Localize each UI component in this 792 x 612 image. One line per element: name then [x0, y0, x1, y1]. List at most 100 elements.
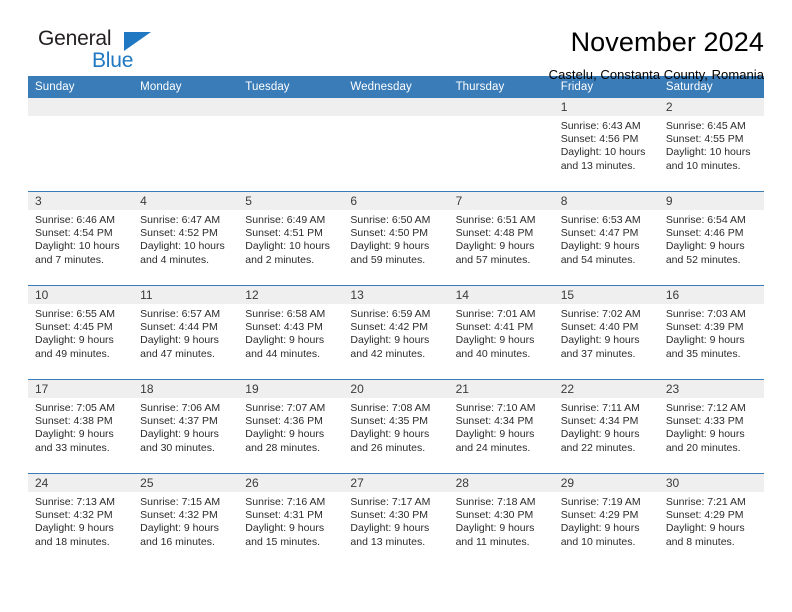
- day-details: Sunrise: 7:16 AM Sunset: 4:31 PM Daylight:…: [238, 492, 343, 549]
- day-details: Sunrise: 6:46 AM Sunset: 4:54 PM Daylight:…: [28, 210, 133, 267]
- day-cell-inner: 26 Sunrise: 7:16 AM Sunset: 4:31 PM Dayligh…: [238, 474, 344, 567]
- general-blue-logo[interactable]: General Blue: [28, 28, 188, 78]
- calendar-week-row: 1 Sunrise: 6:43 AM Sunset: 4:56 PM Daylight…: [28, 98, 764, 192]
- sunrise-text: Sunrise: 7:10 AM: [455, 402, 536, 414]
- calendar-table: Sunday Monday Tuesday Wednesday Thursday Frid…: [28, 76, 764, 567]
- day-cell-inner: [343, 98, 449, 191]
- day-cell-inner: [28, 98, 134, 191]
- sunrise-text: Sunrise: 7:18 AM: [455, 496, 536, 508]
- calendar-day-cell[interactable]: 15 Sunrise: 7:02 AM Sunset: 4:40 PM Dayligh…: [553, 285, 659, 380]
- calendar-body: 1 Sunrise: 6:43 AM Sunset: 4:56 PM Daylight…: [28, 98, 764, 567]
- sunrise-text: Sunrise: 6:51 AM: [455, 214, 536, 226]
- day-cell-inner: 2 Sunrise: 6:45 AM Sunset: 4:55 PM Daylight…: [658, 98, 764, 191]
- sunrise-text: Sunrise: 7:17 AM: [350, 496, 431, 508]
- sunrise-text: Sunrise: 7:15 AM: [140, 496, 221, 508]
- daylight-text-line1: Daylight: 9 hours: [665, 240, 745, 253]
- daylight-text-line1: Daylight: 9 hours: [35, 428, 114, 441]
- day-number: 27: [343, 474, 449, 492]
- sunset-text: Sunset: 4:50 PM: [350, 227, 429, 240]
- calendar-day-cell[interactable]: 21 Sunrise: 7:10 AM Sunset: 4:34 PM Dayligh…: [448, 379, 554, 474]
- sunrise-text: Sunrise: 6:54 AM: [665, 214, 746, 226]
- calendar-day-cell[interactable]: 25 Sunrise: 7:15 AM Sunset: 4:32 PM Dayligh…: [133, 473, 239, 567]
- sunset-text: Sunset: 4:32 PM: [140, 509, 218, 522]
- day-cell-inner: [238, 98, 344, 191]
- day-details: Sunrise: 7:07 AM Sunset: 4:36 PM Daylight:…: [238, 398, 343, 455]
- daylight-text-line1: Daylight: 10 hours: [35, 240, 120, 253]
- calendar-day-cell[interactable]: 18 Sunrise: 7:06 AM Sunset: 4:37 PM Dayligh…: [133, 379, 239, 474]
- calendar-day-cell[interactable]: 1 Sunrise: 6:43 AM Sunset: 4:56 PM Daylight…: [553, 98, 659, 192]
- calendar-day-cell[interactable]: 13 Sunrise: 6:59 AM Sunset: 4:42 PM Dayligh…: [343, 285, 449, 380]
- calendar-day-cell[interactable]: 6 Sunrise: 6:50 AM Sunset: 4:50 PM Daylight…: [343, 191, 449, 286]
- calendar-day-cell[interactable]: 14 Sunrise: 7:01 AM Sunset: 4:41 PM Dayligh…: [448, 285, 554, 380]
- calendar-day-cell[interactable]: 5 Sunrise: 6:49 AM Sunset: 4:51 PM Daylight…: [238, 191, 344, 286]
- calendar-day-cell[interactable]: 12 Sunrise: 6:58 AM Sunset: 4:43 PM Dayligh…: [238, 285, 344, 380]
- calendar-day-cell[interactable]: 3 Sunrise: 6:46 AM Sunset: 4:54 PM Daylight…: [28, 191, 134, 286]
- sunrise-text: Sunrise: 6:57 AM: [140, 308, 221, 320]
- calendar-day-cell[interactable]: 19 Sunrise: 7:07 AM Sunset: 4:36 PM Dayligh…: [238, 379, 344, 474]
- weekday-header-tuesday: Tuesday: [238, 76, 344, 98]
- daylight-text-line2: and 16 minutes.: [140, 535, 215, 548]
- sunrise-text: Sunrise: 6:47 AM: [140, 214, 221, 226]
- day-cell-inner: 19 Sunrise: 7:07 AM Sunset: 4:36 PM Dayligh…: [238, 380, 344, 473]
- day-details: Sunrise: 6:55 AM Sunset: 4:45 PM Daylight:…: [28, 304, 133, 361]
- daylight-text-line2: and 40 minutes.: [455, 347, 531, 360]
- day-number: 2: [658, 98, 764, 116]
- daylight-text-line1: Daylight: 10 hours: [665, 146, 751, 159]
- daylight-text-line2: and 26 minutes.: [350, 441, 426, 454]
- calendar-day-cell[interactable]: 29 Sunrise: 7:19 AM Sunset: 4:29 PM Dayligh…: [553, 473, 659, 567]
- calendar-day-cell[interactable]: 4 Sunrise: 6:47 AM Sunset: 4:52 PM Daylight…: [133, 191, 239, 286]
- sunrise-text: Sunrise: 7:11 AM: [560, 402, 640, 414]
- calendar-day-cell[interactable]: 16 Sunrise: 7:03 AM Sunset: 4:39 PM Dayligh…: [658, 285, 764, 380]
- day-cell-inner: 13 Sunrise: 6:59 AM Sunset: 4:42 PM Dayligh…: [343, 286, 449, 379]
- day-number: 22: [553, 380, 659, 398]
- day-number: 29: [553, 474, 659, 492]
- day-cell-inner: 5 Sunrise: 6:49 AM Sunset: 4:51 PM Daylight…: [238, 192, 344, 285]
- page-title: November 2024: [570, 27, 764, 57]
- day-cell-inner: 11 Sunrise: 6:57 AM Sunset: 4:44 PM Dayligh…: [133, 286, 239, 379]
- calendar-day-cell[interactable]: 9 Sunrise: 6:54 AM Sunset: 4:46 PM Daylight…: [658, 191, 764, 286]
- day-details: Sunrise: 7:06 AM Sunset: 4:37 PM Daylight:…: [133, 398, 238, 455]
- sunset-text: Sunset: 4:39 PM: [665, 321, 744, 334]
- sunrise-text: Sunrise: 7:06 AM: [140, 402, 221, 414]
- day-details: Sunrise: 7:05 AM Sunset: 4:38 PM Daylight:…: [28, 398, 133, 455]
- day-cell-inner: 8 Sunrise: 6:53 AM Sunset: 4:47 PM Daylight…: [553, 192, 659, 285]
- calendar-day-cell[interactable]: 17 Sunrise: 7:05 AM Sunset: 4:38 PM Dayligh…: [28, 379, 134, 474]
- sunset-text: Sunset: 4:46 PM: [665, 227, 744, 240]
- sunrise-text: Sunrise: 6:53 AM: [560, 214, 641, 226]
- calendar-day-cell[interactable]: 30 Sunrise: 7:21 AM Sunset: 4:29 PM Dayligh…: [658, 473, 764, 567]
- day-details: Sunrise: 7:19 AM Sunset: 4:29 PM Daylight:…: [554, 492, 659, 549]
- calendar-day-cell[interactable]: 27 Sunrise: 7:17 AM Sunset: 4:30 PM Dayligh…: [343, 473, 449, 567]
- sunset-text: Sunset: 4:40 PM: [560, 321, 639, 334]
- calendar-day-cell[interactable]: 2 Sunrise: 6:45 AM Sunset: 4:55 PM Daylight…: [658, 98, 764, 192]
- day-number: 26: [238, 474, 344, 492]
- sunset-text: Sunset: 4:36 PM: [245, 415, 323, 428]
- sunset-text: Sunset: 4:37 PM: [140, 415, 218, 428]
- calendar-week-row: 3 Sunrise: 6:46 AM Sunset: 4:54 PM Daylight…: [28, 191, 764, 286]
- weekday-header-wednesday: Wednesday: [343, 76, 449, 98]
- calendar-day-cell[interactable]: 28 Sunrise: 7:18 AM Sunset: 4:30 PM Dayligh…: [448, 473, 554, 567]
- day-number: [238, 98, 344, 116]
- sunset-text: Sunset: 4:56 PM: [560, 133, 639, 146]
- weekday-header-sunday: Sunday: [28, 76, 134, 98]
- calendar-day-cell[interactable]: 22 Sunrise: 7:11 AM Sunset: 4:34 PM Dayligh…: [553, 379, 659, 474]
- day-number: 16: [658, 286, 764, 304]
- calendar-day-cell[interactable]: 11 Sunrise: 6:57 AM Sunset: 4:44 PM Dayligh…: [133, 285, 239, 380]
- daylight-text-line1: Daylight: 10 hours: [560, 146, 646, 159]
- calendar-day-cell[interactable]: 26 Sunrise: 7:16 AM Sunset: 4:31 PM Dayligh…: [238, 473, 344, 567]
- daylight-text-line1: Daylight: 9 hours: [455, 522, 535, 535]
- calendar-day-cell[interactable]: 20 Sunrise: 7:08 AM Sunset: 4:35 PM Dayligh…: [343, 379, 449, 474]
- daylight-text-line2: and 10 minutes.: [560, 535, 636, 548]
- daylight-text-line2: and 49 minutes.: [35, 347, 110, 360]
- calendar-day-cell[interactable]: 8 Sunrise: 6:53 AM Sunset: 4:47 PM Daylight…: [553, 191, 659, 286]
- calendar-day-cell[interactable]: 10 Sunrise: 6:55 AM Sunset: 4:45 PM Dayligh…: [28, 285, 134, 380]
- calendar-day-cell[interactable]: 7 Sunrise: 6:51 AM Sunset: 4:48 PM Daylight…: [448, 191, 554, 286]
- daylight-text-line1: Daylight: 9 hours: [140, 522, 219, 535]
- calendar-day-cell-empty: [133, 98, 239, 192]
- calendar-day-cell[interactable]: 24 Sunrise: 7:13 AM Sunset: 4:32 PM Dayligh…: [28, 473, 134, 567]
- day-cell-inner: 9 Sunrise: 6:54 AM Sunset: 4:46 PM Daylight…: [658, 192, 764, 285]
- day-number: 19: [238, 380, 344, 398]
- calendar-day-cell[interactable]: 23 Sunrise: 7:12 AM Sunset: 4:33 PM Dayligh…: [658, 379, 764, 474]
- daylight-text-line1: Daylight: 9 hours: [455, 334, 535, 347]
- day-details: Sunrise: 7:08 AM Sunset: 4:35 PM Daylight:…: [343, 398, 448, 455]
- sunset-text: Sunset: 4:32 PM: [35, 509, 113, 522]
